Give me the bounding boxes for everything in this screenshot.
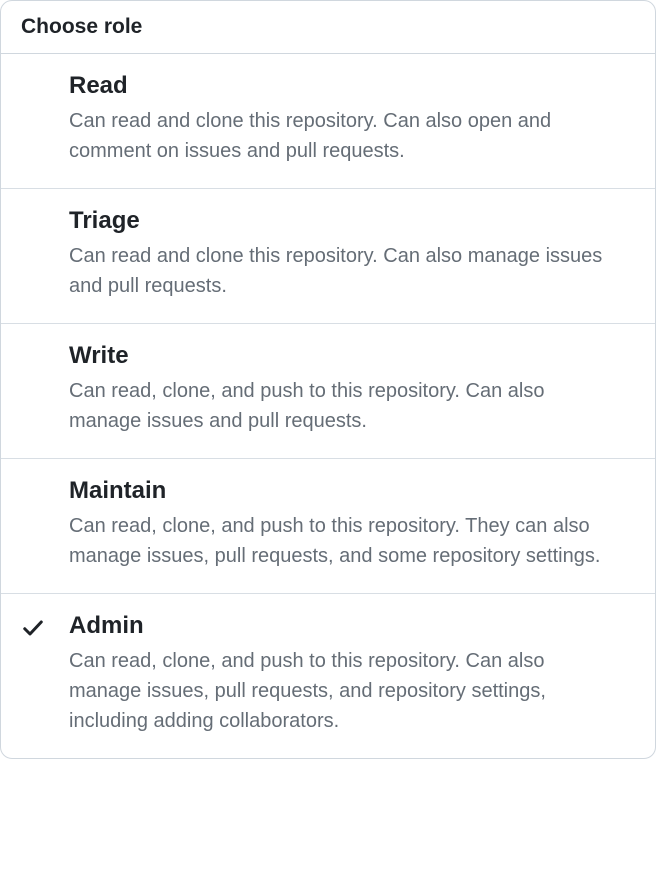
check-column — [21, 477, 69, 571]
role-title: Maintain — [69, 477, 615, 505]
dropdown-title: Choose role — [21, 15, 635, 39]
role-title: Admin — [69, 612, 615, 640]
role-option-read[interactable]: Read Can read and clone this repository.… — [1, 54, 655, 189]
role-content: Maintain Can read, clone, and push to th… — [69, 477, 635, 571]
role-content: Read Can read and clone this repository.… — [69, 72, 635, 166]
role-title: Triage — [69, 207, 615, 235]
role-option-maintain[interactable]: Maintain Can read, clone, and push to th… — [1, 459, 655, 594]
role-option-triage[interactable]: Triage Can read and clone this repositor… — [1, 189, 655, 324]
role-description: Can read and clone this repository. Can … — [69, 106, 615, 166]
role-content: Admin Can read, clone, and push to this … — [69, 612, 635, 736]
role-description: Can read, clone, and push to this reposi… — [69, 646, 615, 736]
check-column — [21, 342, 69, 436]
check-column — [21, 72, 69, 166]
dropdown-header: Choose role — [1, 1, 655, 54]
check-column — [21, 612, 69, 736]
role-dropdown: Choose role Read Can read and clone this… — [0, 0, 656, 759]
role-option-admin[interactable]: Admin Can read, clone, and push to this … — [1, 594, 655, 758]
role-content: Triage Can read and clone this repositor… — [69, 207, 635, 301]
role-title: Read — [69, 72, 615, 100]
role-content: Write Can read, clone, and push to this … — [69, 342, 635, 436]
role-title: Write — [69, 342, 615, 370]
role-option-write[interactable]: Write Can read, clone, and push to this … — [1, 324, 655, 459]
role-description: Can read, clone, and push to this reposi… — [69, 511, 615, 571]
role-description: Can read, clone, and push to this reposi… — [69, 376, 615, 436]
role-description: Can read and clone this repository. Can … — [69, 241, 615, 301]
check-column — [21, 207, 69, 301]
check-icon — [21, 616, 45, 640]
